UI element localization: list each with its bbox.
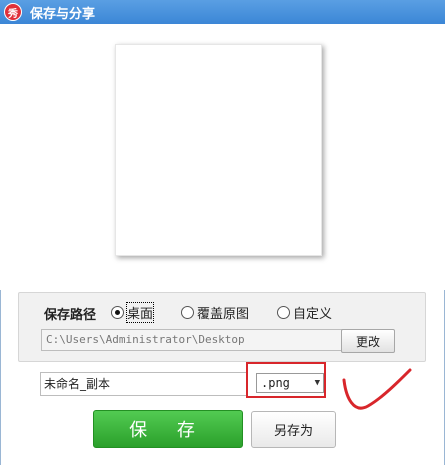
- red-checkmark-annotation: [342, 368, 412, 410]
- save-path-label: 保存路径: [44, 308, 97, 323]
- radio-desktop-label: 桌面: [125, 302, 155, 323]
- title-bar: 秀 保存与分享: [0, 0, 445, 24]
- radio-overwrite-label: 覆盖原图: [197, 307, 250, 322]
- preview-area: [0, 24, 445, 290]
- file-format-value: .png: [261, 376, 290, 390]
- file-format-select[interactable]: .png ▼: [256, 373, 324, 393]
- save-button[interactable]: 保 存: [93, 410, 243, 448]
- radio-unselected-icon: [277, 306, 290, 319]
- file-name-input[interactable]: 未命名_副本: [40, 372, 248, 396]
- app-logo-icon: 秀: [4, 3, 22, 21]
- radio-custom-label: 自定义: [293, 307, 333, 322]
- save-path-panel: 保存路径 桌面 覆盖原图 自定义 C:\Users\Administrator\…: [18, 292, 426, 362]
- save-path-field[interactable]: C:\Users\Administrator\Desktop: [41, 329, 345, 351]
- radio-desktop[interactable]: 桌面: [111, 302, 155, 323]
- change-path-button[interactable]: 更改: [341, 329, 395, 353]
- radio-overwrite-original[interactable]: 覆盖原图: [181, 303, 249, 322]
- radio-selected-icon: [111, 306, 124, 319]
- window-title: 保存与分享: [30, 6, 96, 22]
- image-preview: [115, 44, 322, 256]
- chevron-down-icon: ▼: [314, 378, 320, 388]
- radio-unselected-icon: [181, 306, 194, 319]
- radio-custom[interactable]: 自定义: [277, 303, 332, 322]
- save-as-button[interactable]: 另存为: [251, 411, 336, 448]
